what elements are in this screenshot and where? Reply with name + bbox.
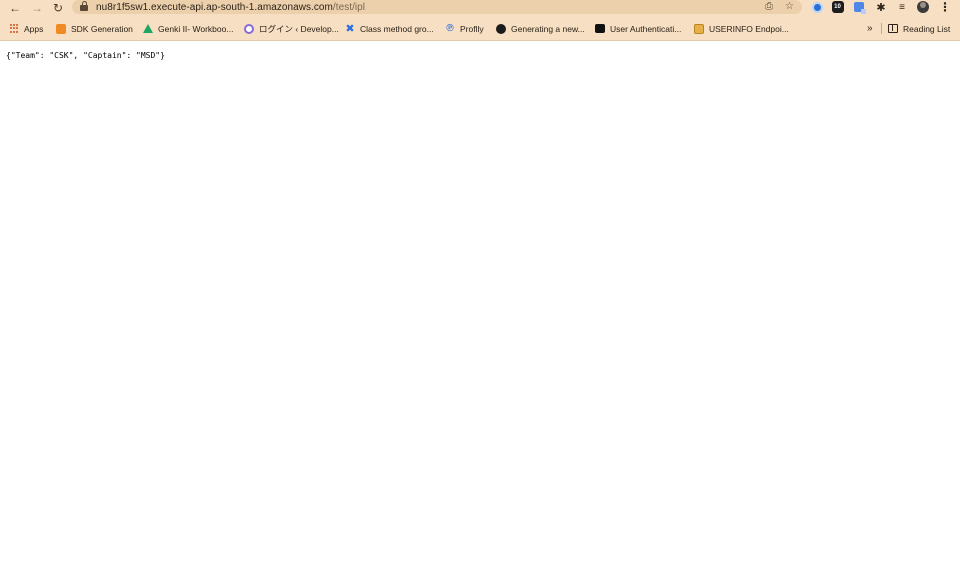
page-content: {"Team": "CSK", "Captain": "MSD"} <box>0 41 960 60</box>
bookmark-user-authentication[interactable]: User Authenticati... <box>595 17 681 40</box>
bookmark-label: Genki II- Workboo... <box>158 23 234 34</box>
x-logo-icon: ✖ <box>345 22 355 35</box>
bookmark-label: SDK Generation <box>71 23 133 34</box>
queue-icon[interactable]: ≡ <box>896 0 908 14</box>
cube-icon <box>56 23 66 34</box>
bookmark-label: Generating a new... <box>511 23 585 34</box>
reading-list-icon <box>888 24 898 33</box>
bookmarks-divider <box>881 23 882 34</box>
address-bar[interactable]: nu8r1f5sw1.execute-api.ap-south-1.amazon… <box>72 0 802 14</box>
bookmark-label: Class method gro... <box>360 23 434 34</box>
browser-toolbar: ← → ↻ nu8r1f5sw1.execute-api.ap-south-1.… <box>0 0 960 17</box>
bookmarks-bar: Apps SDK Generation Genki II- Workboo...… <box>0 17 960 40</box>
bookmarks-overflow-button[interactable]: » <box>867 17 873 40</box>
kebab-menu-icon[interactable]: ⋮ <box>939 0 951 14</box>
arrow-left-icon[interactable]: ← <box>7 1 23 15</box>
stack-icon <box>694 23 704 34</box>
puzzle-icon[interactable]: ✱ <box>875 0 887 14</box>
bookmark-label: User Authenticati... <box>610 23 682 34</box>
bookmark-apps[interactable]: Apps <box>9 17 43 40</box>
google-drive-icon <box>143 24 153 34</box>
url-host: nu8r1f5sw1.execute-api.ap-south-1.amazon… <box>96 1 333 13</box>
bookmark-label: Apps <box>24 23 44 34</box>
bookmark-class-method[interactable]: ✖ Class method gro... <box>345 17 434 40</box>
url-text[interactable]: nu8r1f5sw1.execute-api.ap-south-1.amazon… <box>96 2 365 13</box>
arrow-right-icon[interactable]: → <box>29 1 45 15</box>
wordpress-icon <box>244 23 254 34</box>
github-icon <box>496 23 506 34</box>
dev-logo-icon <box>595 24 605 34</box>
bookmark-label: USERINFO Endpoi... <box>709 23 789 34</box>
browser-chrome: ← → ↻ nu8r1f5sw1.execute-api.ap-south-1.… <box>0 0 960 41</box>
password-manager-icon[interactable] <box>811 0 823 14</box>
bookmark-sdk-generation[interactable]: SDK Generation <box>56 17 133 40</box>
profile-avatar-icon[interactable] <box>916 0 930 14</box>
json-response: {"Team": "CSK", "Captain": "MSD"} <box>6 51 165 60</box>
star-icon[interactable]: ☆ <box>785 0 794 14</box>
translate-icon[interactable] <box>853 0 866 14</box>
bookmark-proflly[interactable]: ℗ Proflly <box>445 17 484 40</box>
bookmark-generating-new[interactable]: Generating a new... <box>496 17 585 40</box>
bookmark-genki[interactable]: Genki II- Workboo... <box>143 17 233 40</box>
reading-list-label: Reading List <box>903 23 951 34</box>
share-icon[interactable]: ⎙ <box>765 0 773 14</box>
bookmark-userinfo-endpoint[interactable]: USERINFO Endpoi... <box>694 17 789 40</box>
url-path: /test/ipl <box>332 1 366 13</box>
bookmark-label: Proflly <box>460 23 484 34</box>
lock-icon[interactable] <box>80 1 88 11</box>
bookmark-login-develop[interactable]: ログイン ‹ Develop... <box>244 17 339 40</box>
p-logo-icon: ℗ <box>446 22 454 34</box>
bookmark-label: ログイン ‹ Develop... <box>259 23 339 34</box>
extension-badge: 10 <box>831 1 844 13</box>
extension-badge-icon[interactable]: 10 <box>831 0 844 14</box>
reading-list-button[interactable]: Reading List <box>888 17 950 40</box>
apps-grid-icon <box>9 24 19 34</box>
reload-icon[interactable]: ↻ <box>50 1 66 15</box>
